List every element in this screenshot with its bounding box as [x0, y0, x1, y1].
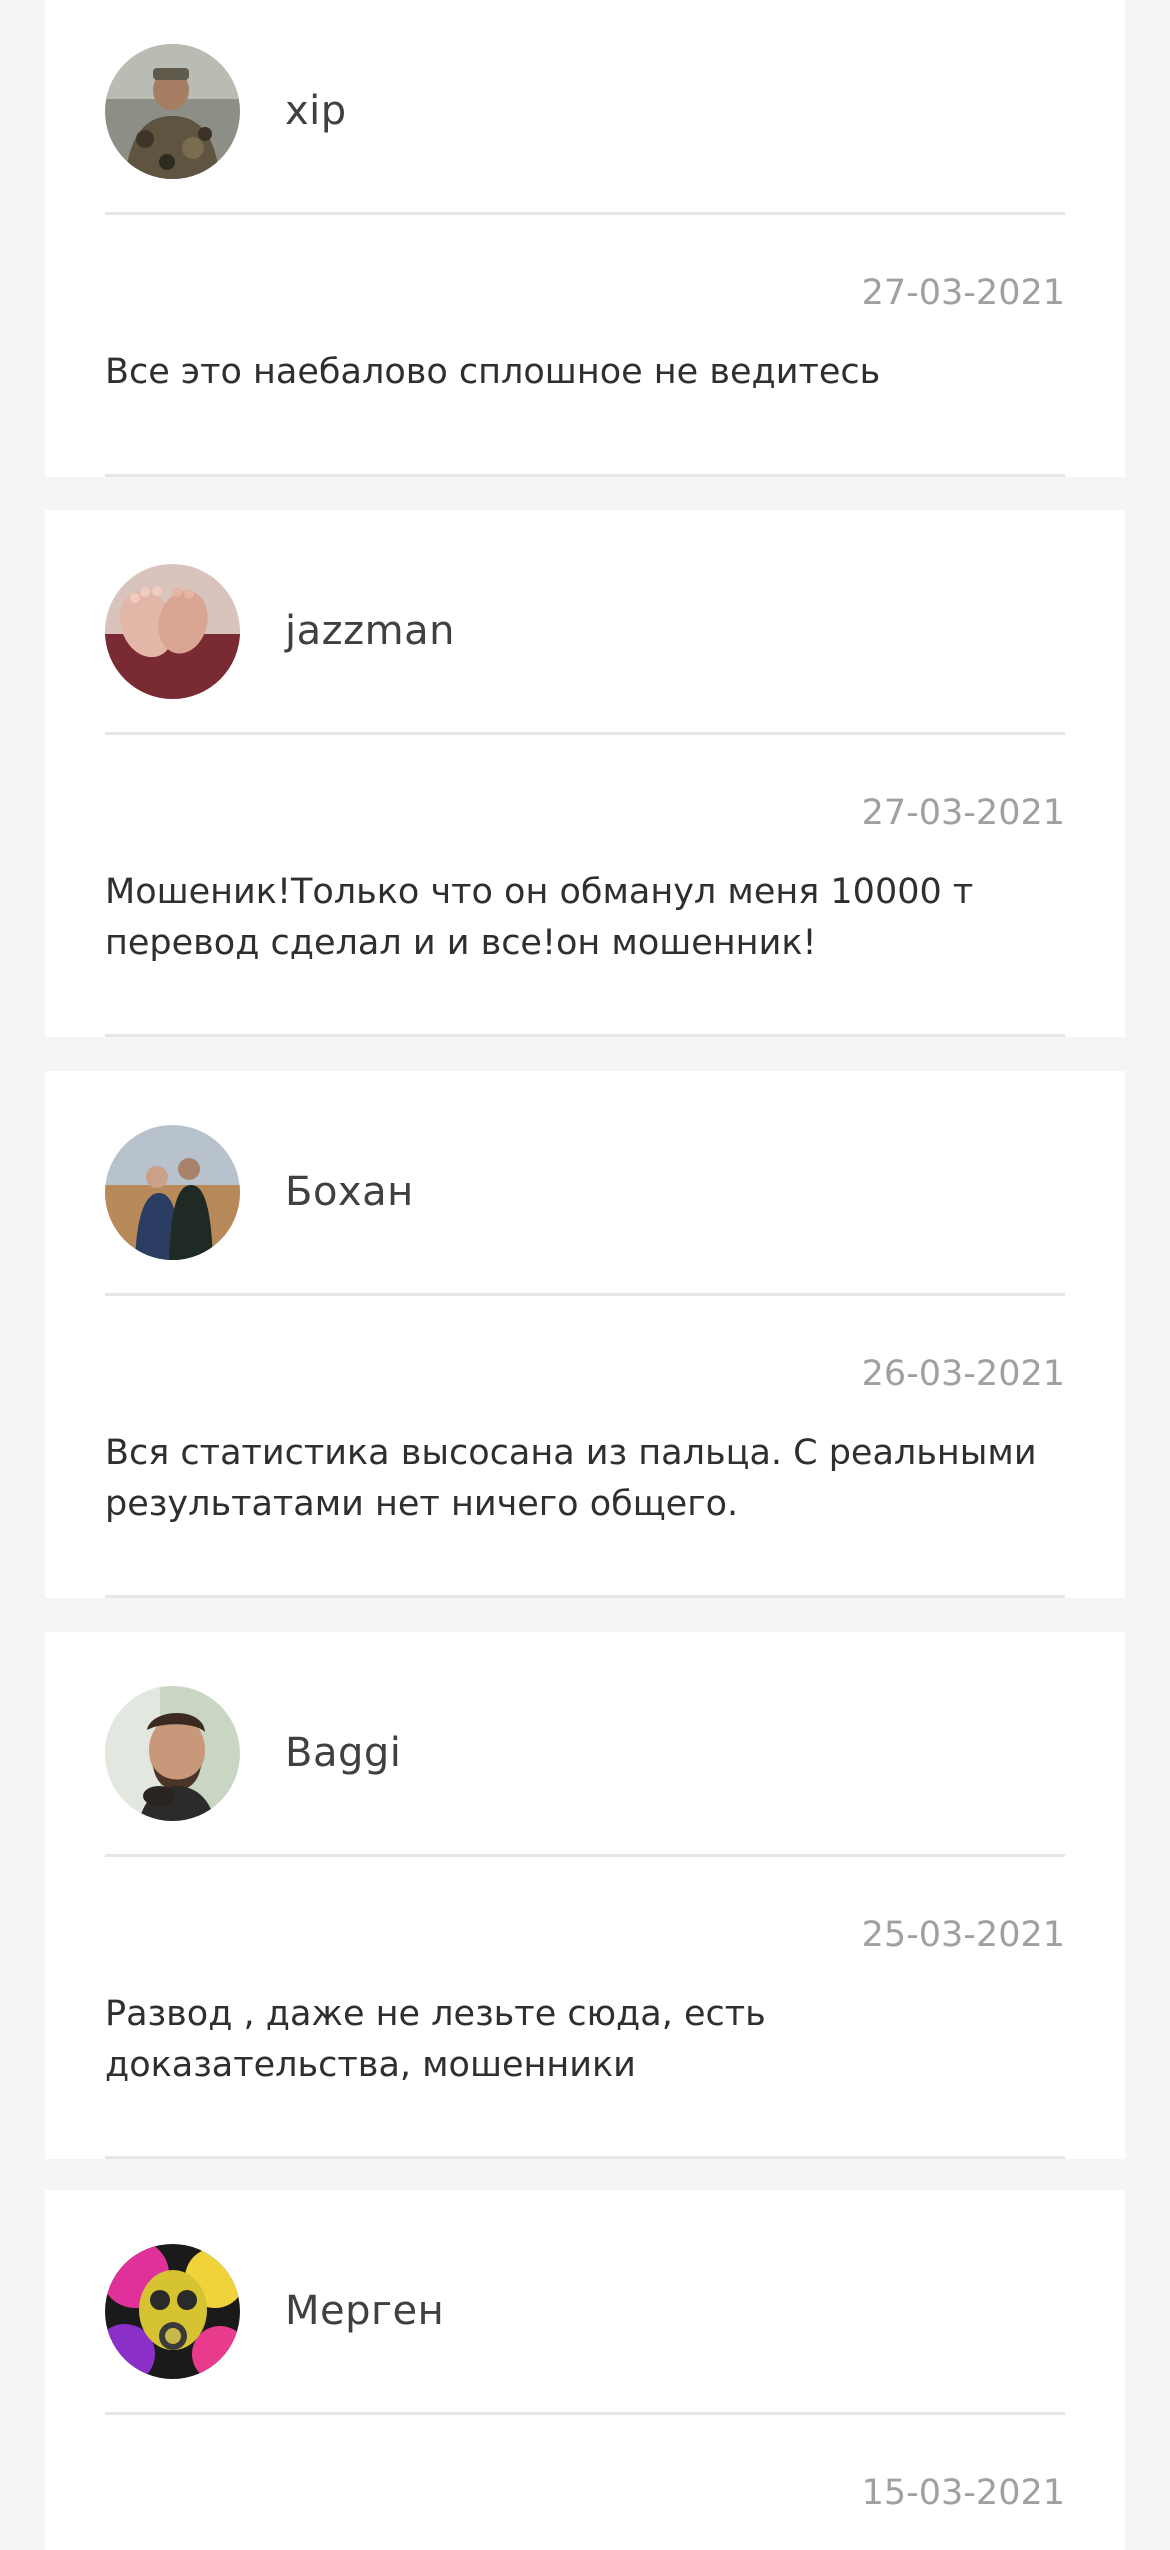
- review-header: Мерген: [105, 2190, 1065, 2415]
- review-text: Развод , даже не лезьте сюда, есть доказ…: [105, 1994, 766, 2085]
- review-body: 27-03-2021 Мошеник!Только что он обманул…: [105, 735, 1065, 1037]
- review-body: 27-03-2021 Все это наебалово сплошное не…: [105, 215, 1065, 477]
- review-body: 26-03-2021 Вся статистика высосана из па…: [105, 1296, 1065, 1598]
- review-date: 26-03-2021: [861, 1354, 1065, 1394]
- review-card: Мерген 15-03-2021: [45, 2190, 1125, 2550]
- username[interactable]: jazzman: [285, 606, 455, 656]
- reviews-feed: xip 27-03-2021 Все это наебалово сплошно…: [0, 0, 1170, 2550]
- review-text: Все это наебалово сплошное не ведитесь: [105, 352, 881, 392]
- user-avatar[interactable]: [105, 44, 240, 179]
- user-photo-baby-feet-icon: [105, 564, 240, 699]
- user-photo-portrait-icon: [105, 1686, 240, 1821]
- user-avatar[interactable]: [105, 1125, 240, 1260]
- review-date: 15-03-2021: [861, 2473, 1065, 2513]
- user-avatar[interactable]: [105, 1686, 240, 1821]
- review-body: 15-03-2021: [105, 2415, 1065, 2550]
- review-card: jazzman 27-03-2021 Мошеник!Только что он…: [45, 510, 1125, 1037]
- review-text: Вся статистика высосана из пальца. С реа…: [105, 1433, 1037, 1524]
- user-photo-camouflage-icon: [105, 44, 240, 179]
- review-date: 27-03-2021: [861, 793, 1065, 833]
- review-card: xip 27-03-2021 Все это наебалово сплошно…: [45, 0, 1125, 477]
- review-header: jazzman: [105, 510, 1065, 735]
- review-text: Мошеник!Только что он обманул меня 10000…: [105, 872, 974, 963]
- review-header: Baggi: [105, 1632, 1065, 1857]
- username[interactable]: Мерген: [285, 2286, 444, 2336]
- review-date: 27-03-2021: [861, 273, 1065, 313]
- user-photo-gas-mask-colorful-icon: [105, 2244, 240, 2379]
- review-card: Baggi 25-03-2021 Развод , даже не лезьте…: [45, 1632, 1125, 2159]
- user-avatar[interactable]: [105, 564, 240, 699]
- review-card: Бохан 26-03-2021 Вся статистика высосана…: [45, 1071, 1125, 1598]
- review-header: xip: [105, 0, 1065, 215]
- review-header: Бохан: [105, 1071, 1065, 1296]
- user-avatar[interactable]: [105, 2244, 240, 2379]
- username[interactable]: Бохан: [285, 1167, 414, 1217]
- review-date: 25-03-2021: [861, 1915, 1065, 1955]
- username[interactable]: xip: [285, 86, 347, 136]
- user-photo-couple-icon: [105, 1125, 240, 1260]
- review-body: 25-03-2021 Развод , даже не лезьте сюда,…: [105, 1857, 1065, 2159]
- username[interactable]: Baggi: [285, 1728, 401, 1778]
